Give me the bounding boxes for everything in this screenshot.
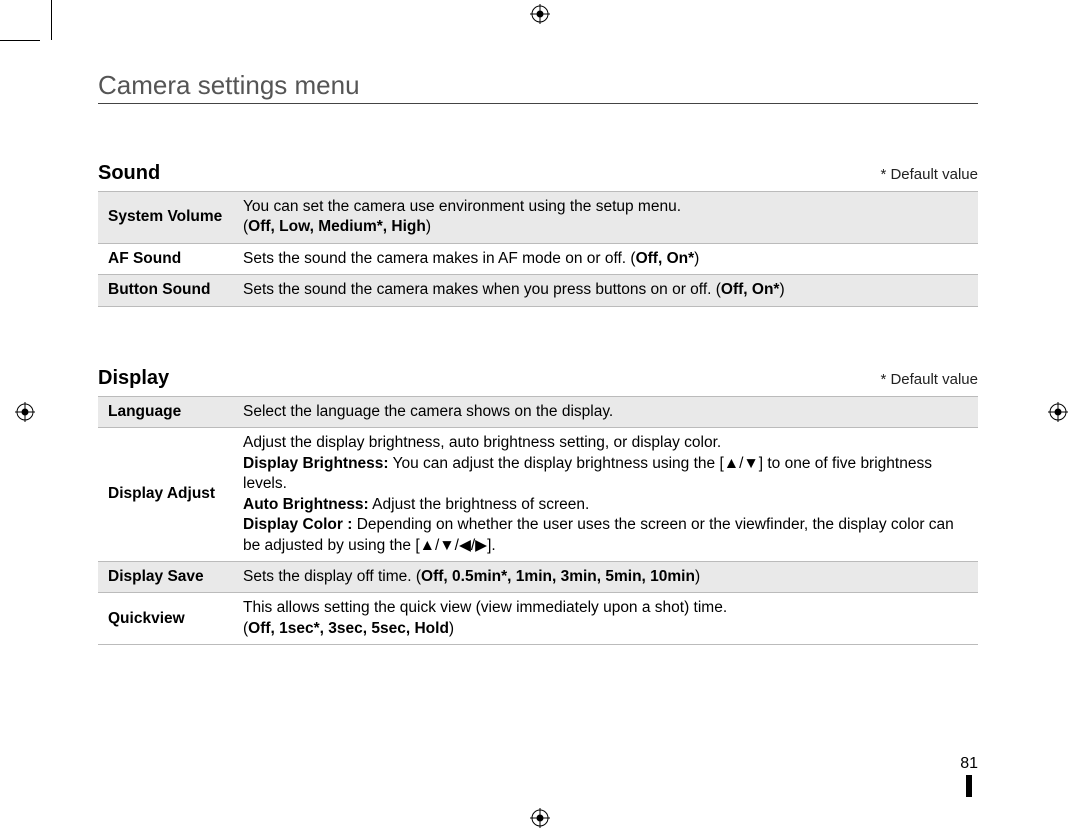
row-desc: You can set the camera use environment u… [233, 192, 978, 244]
row-desc: This allows setting the quick view (view… [233, 593, 978, 645]
table-row: Display Adjust Adjust the display bright… [98, 428, 978, 562]
default-value-note: * Default value [880, 166, 978, 183]
row-label: Language [98, 396, 233, 427]
row-desc: Adjust the display brightness, auto brig… [233, 428, 978, 562]
section-title-sound: Sound [98, 162, 160, 185]
row-desc: Sets the sound the camera makes when you… [233, 275, 978, 306]
registration-mark-icon [1048, 402, 1068, 422]
page-title: Camera settings menu [98, 70, 978, 104]
table-row: System Volume You can set the camera use… [98, 192, 978, 244]
row-label: System Volume [98, 192, 233, 244]
up-down-icon: ▲/▼ [724, 455, 759, 472]
display-table: Language Select the language the camera … [98, 396, 978, 646]
table-row: Display Save Sets the display off time. … [98, 561, 978, 592]
table-row: Language Select the language the camera … [98, 396, 978, 427]
page-content: Camera settings menu Sound * Default val… [98, 70, 978, 645]
row-label: Quickview [98, 593, 233, 645]
row-label: Display Save [98, 561, 233, 592]
section-title-display: Display [98, 367, 169, 390]
registration-mark-icon [530, 808, 550, 828]
default-value-note: * Default value [880, 371, 978, 388]
registration-mark-icon [15, 402, 35, 422]
direction-pad-icon: ▲/▼/◀/▶ [420, 537, 487, 554]
page-number: 81 [960, 755, 978, 797]
table-row: AF Sound Sets the sound the camera makes… [98, 243, 978, 274]
row-desc: Sets the sound the camera makes in AF mo… [233, 243, 978, 274]
row-label: Display Adjust [98, 428, 233, 562]
row-desc: Select the language the camera shows on … [233, 396, 978, 427]
sound-table: System Volume You can set the camera use… [98, 191, 978, 307]
row-label: Button Sound [98, 275, 233, 306]
table-row: Button Sound Sets the sound the camera m… [98, 275, 978, 306]
registration-mark-icon [530, 4, 550, 24]
table-row: Quickview This allows setting the quick … [98, 593, 978, 645]
row-label: AF Sound [98, 243, 233, 274]
row-desc: Sets the display off time. (Off, 0.5min*… [233, 561, 978, 592]
